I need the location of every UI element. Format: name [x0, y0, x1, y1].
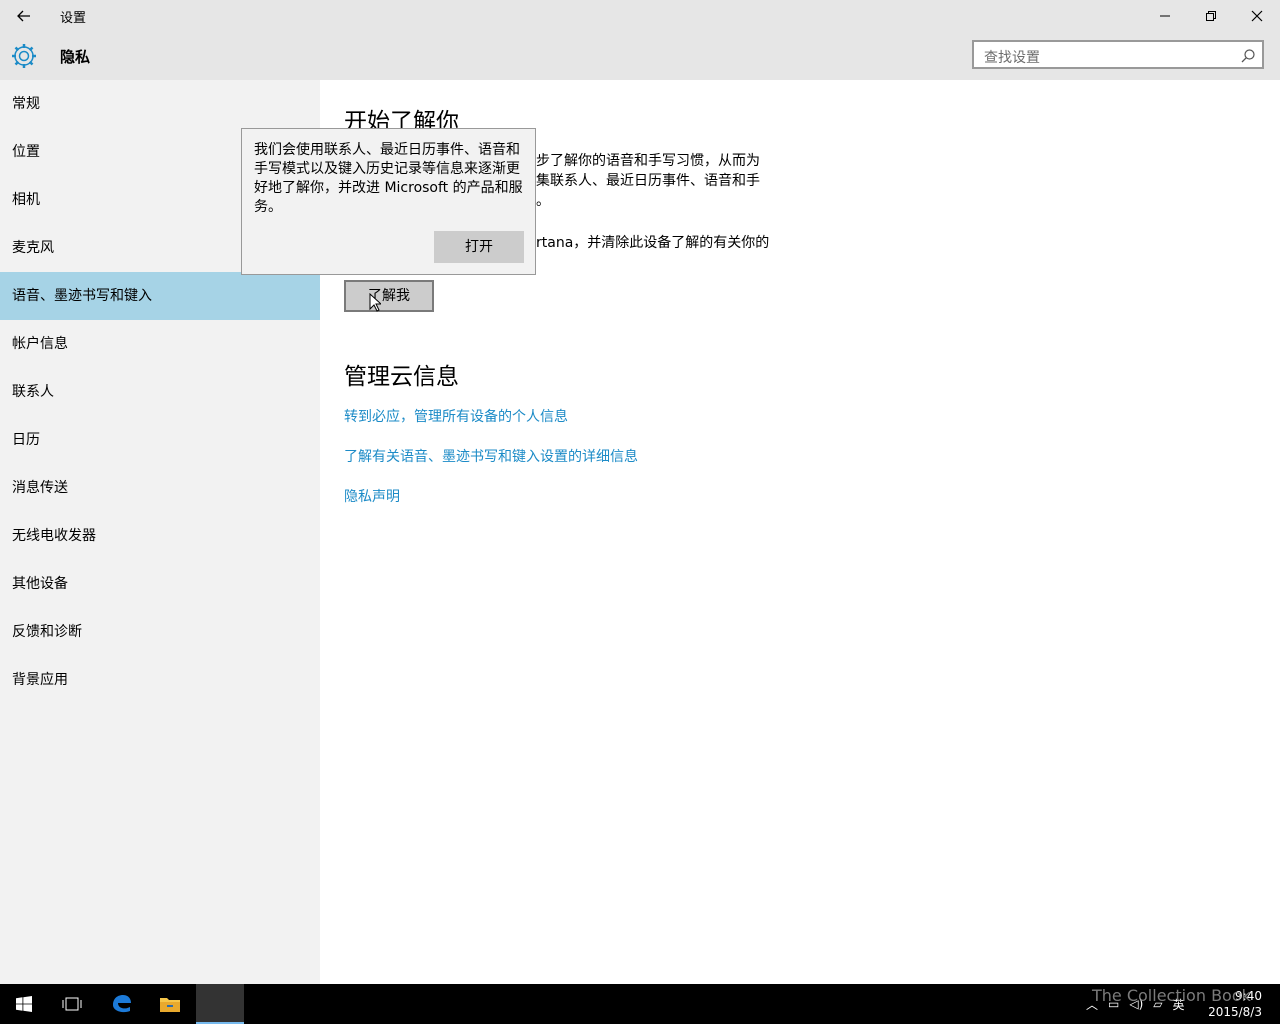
edge-icon	[113, 995, 131, 1013]
window-title: 设置	[60, 11, 87, 26]
sidebar-item-speech-inking-typing[interactable]: 语音、墨迹书写和键入	[0, 272, 320, 320]
search-placeholder: 查找设置	[984, 50, 1040, 66]
page-header: 隐私 查找设置	[0, 32, 1280, 80]
windows-logo-icon	[16, 996, 32, 1012]
consent-flyout: 我们会使用联系人、最近日历事件、语音和手写模式以及键入历史记录等信息来逐渐更好地…	[241, 128, 536, 275]
link-speech-settings-details[interactable]: 了解有关语音、墨迹书写和键入设置的详细信息	[344, 446, 638, 466]
restore-button[interactable]	[1188, 0, 1234, 32]
close-button[interactable]	[1234, 0, 1280, 32]
back-button[interactable]	[0, 0, 48, 32]
section-title-manage-cloud-info: 管理云信息	[344, 364, 459, 390]
sidebar-item-messaging[interactable]: 消息传送	[0, 464, 320, 512]
search-icon[interactable]	[1240, 48, 1256, 64]
settings-taskbar-button[interactable]	[196, 984, 244, 1024]
sidebar-item-contacts[interactable]: 联系人	[0, 368, 320, 416]
minimize-icon	[1160, 15, 1170, 17]
gear-icon	[12, 44, 36, 68]
sidebar-item-general[interactable]: 常规	[0, 80, 320, 128]
clock-date: 2015/8/3	[1208, 1005, 1262, 1019]
description-cortana: rtana，并清除此设备了解的有关你的	[536, 235, 770, 251]
watermark: The Collection Book	[1030, 986, 1251, 1005]
description-line-1: 步了解你的语音和手写习惯，从而为	[536, 153, 760, 169]
minimize-button[interactable]	[1142, 0, 1188, 32]
link-privacy-statement[interactable]: 隐私声明	[344, 486, 400, 506]
mouse-cursor-icon	[369, 293, 381, 312]
title-bar: 设置	[0, 0, 1280, 32]
sidebar-item-feedback-diagnostics[interactable]: 反馈和诊断	[0, 608, 320, 656]
start-button[interactable]	[0, 984, 48, 1024]
edge-browser-button[interactable]	[98, 984, 146, 1024]
file-explorer-button[interactable]	[146, 984, 194, 1024]
search-input[interactable]: 查找设置	[972, 40, 1264, 69]
get-to-know-me-button[interactable]: 了解我	[344, 280, 434, 312]
sidebar-item-account-info[interactable]: 帐户信息	[0, 320, 320, 368]
sidebar-item-calendar[interactable]: 日历	[0, 416, 320, 464]
description-line-3: 。	[536, 193, 550, 209]
task-view-icon	[62, 997, 82, 1011]
task-view-button[interactable]	[48, 984, 96, 1024]
close-icon	[1251, 10, 1263, 22]
sidebar-item-background-apps[interactable]: 背景应用	[0, 656, 320, 704]
link-bing-personal-info[interactable]: 转到必应，管理所有设备的个人信息	[344, 406, 568, 426]
sidebar-item-other-devices[interactable]: 其他设备	[0, 560, 320, 608]
turn-on-button[interactable]: 打开	[434, 231, 524, 263]
folder-icon	[160, 998, 180, 1012]
watermark-text: The Collection Book	[1092, 986, 1251, 1005]
description-line-2: 集联系人、最近日历事件、语音和手	[536, 173, 760, 189]
flyout-message: 我们会使用联系人、最近日历事件、语音和手写模式以及键入历史记录等信息来逐渐更好地…	[254, 142, 523, 215]
back-arrow-icon	[17, 10, 30, 22]
sidebar-item-radios[interactable]: 无线电收发器	[0, 512, 320, 560]
page-title: 隐私	[60, 48, 91, 66]
restore-icon	[1206, 11, 1216, 21]
